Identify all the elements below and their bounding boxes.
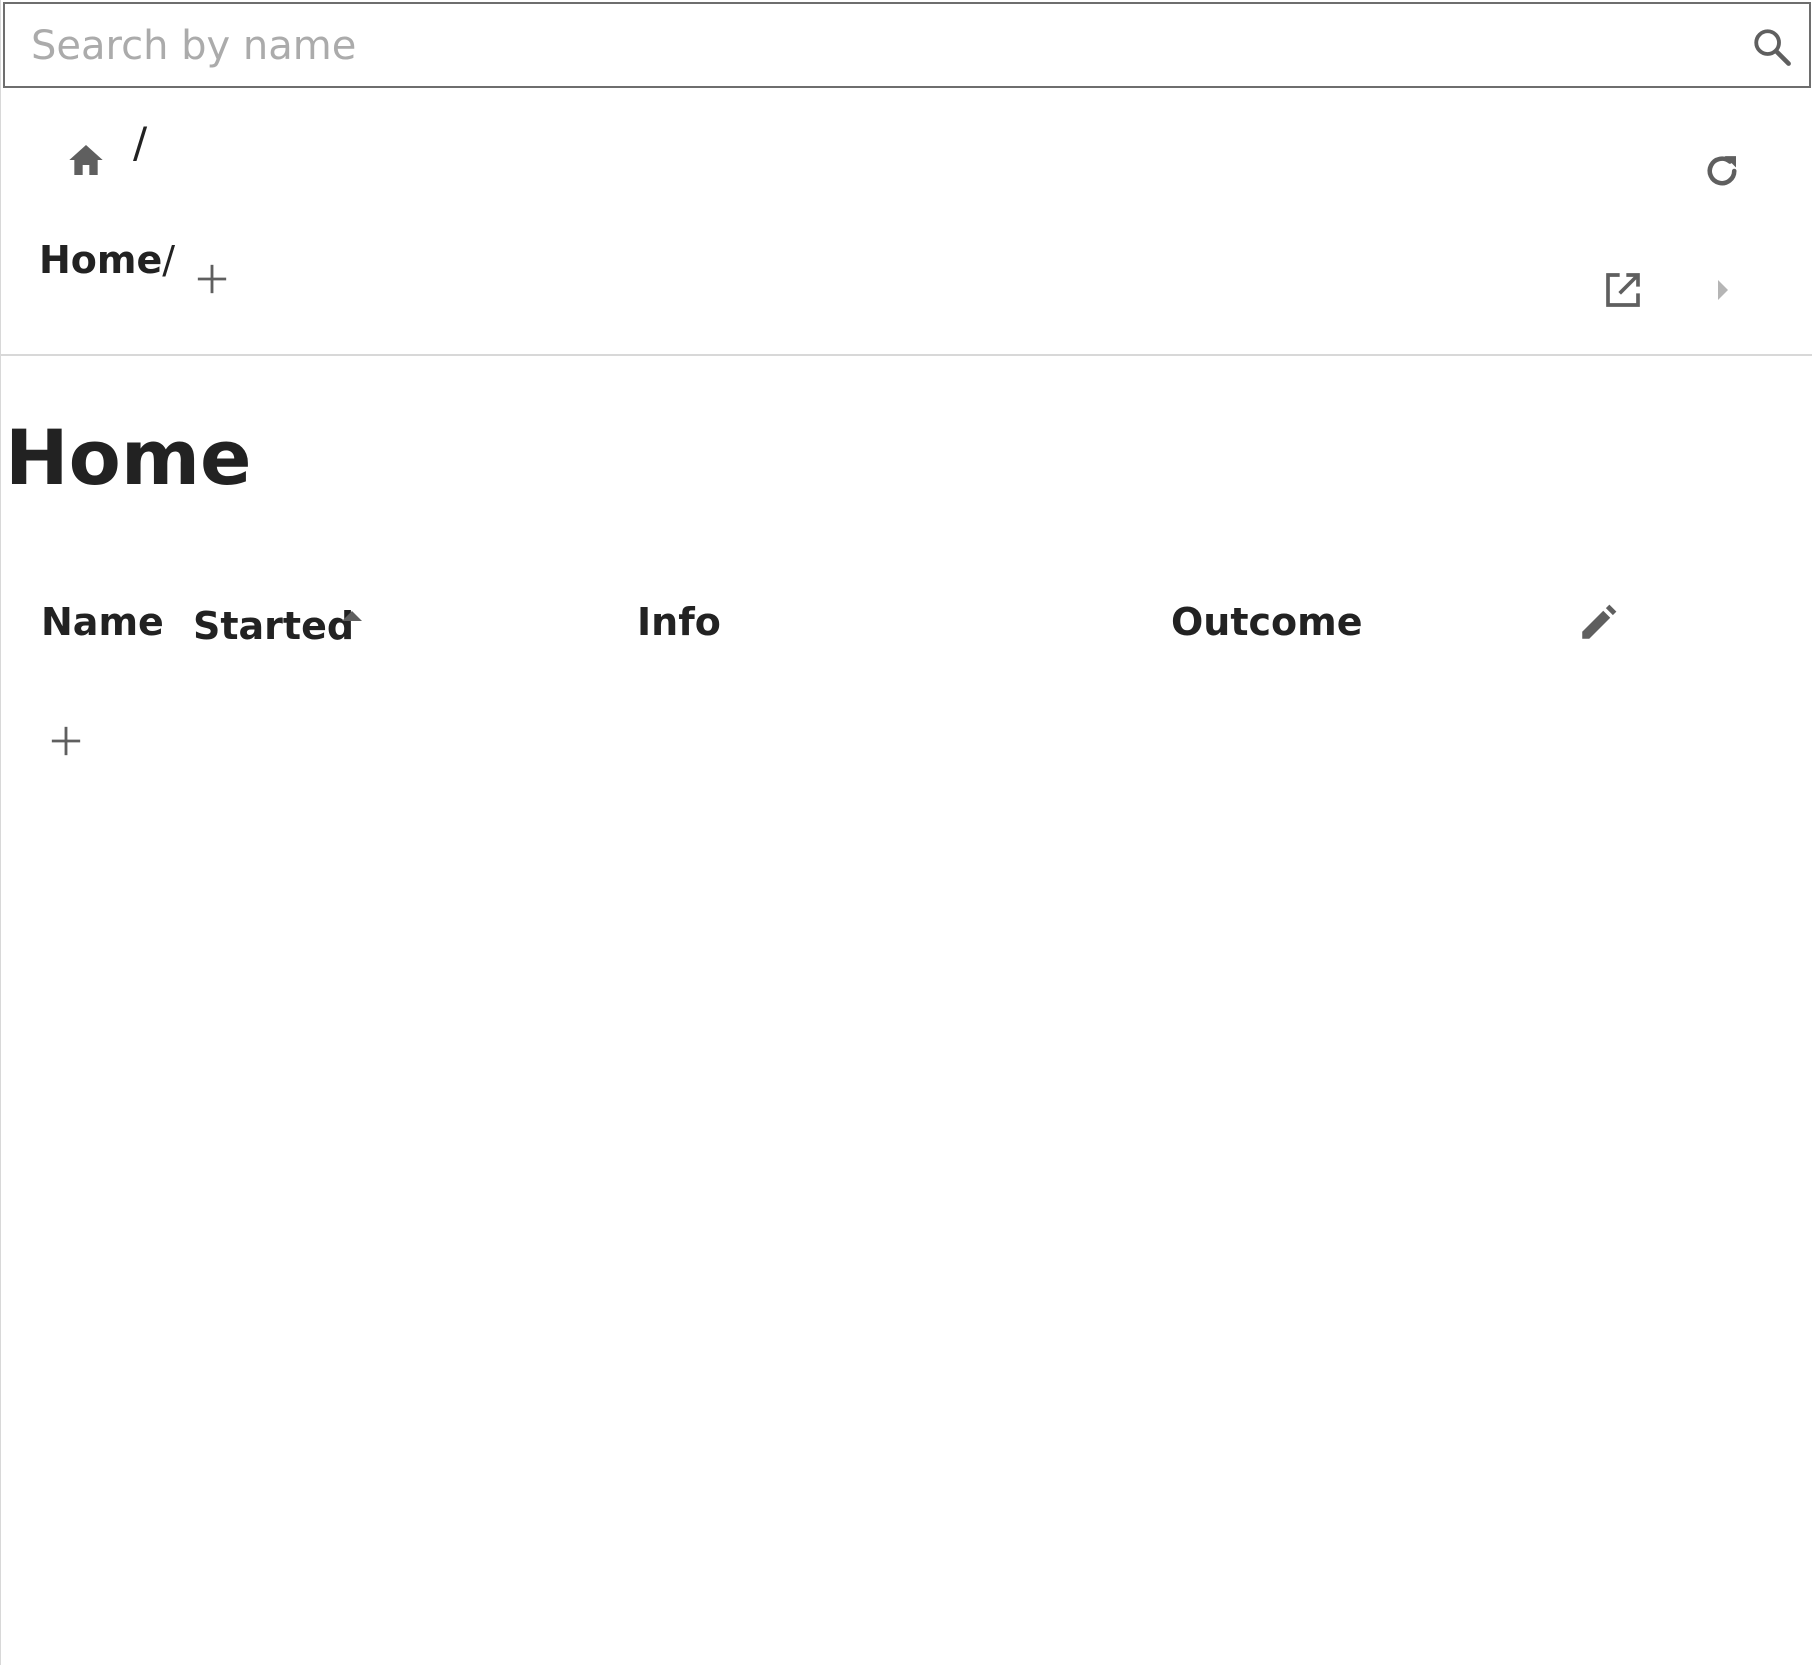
home-button[interactable] bbox=[65, 140, 107, 180]
search-bar bbox=[3, 2, 1811, 88]
search-input[interactable] bbox=[31, 16, 1711, 76]
chevron-right-icon bbox=[1718, 280, 1728, 300]
page-title: Home bbox=[5, 413, 252, 502]
edit-columns-button[interactable] bbox=[1577, 602, 1619, 644]
refresh-button[interactable] bbox=[1701, 150, 1743, 192]
breadcrumb: Home/ bbox=[39, 238, 175, 282]
home-icon bbox=[69, 145, 103, 175]
breadcrumb-home-link[interactable]: Home bbox=[39, 238, 162, 282]
open-in-new-button[interactable] bbox=[1603, 270, 1643, 310]
refresh-icon bbox=[1707, 156, 1737, 186]
column-header-started[interactable]: Started bbox=[193, 604, 354, 648]
plus-icon bbox=[197, 264, 227, 294]
header-divider bbox=[1, 354, 1812, 356]
sort-ascending-icon bbox=[342, 611, 362, 621]
add-row-button[interactable] bbox=[49, 724, 83, 758]
search-icon bbox=[1754, 29, 1791, 66]
pencil-icon bbox=[1582, 604, 1617, 639]
page: / Home/ Home Name Started Info bbox=[0, 0, 1812, 1665]
breadcrumb-separator: / bbox=[162, 238, 176, 282]
path-separator: / bbox=[133, 118, 148, 167]
expand-button[interactable] bbox=[1711, 276, 1735, 304]
add-breadcrumb-button[interactable] bbox=[195, 262, 229, 296]
plus-icon bbox=[51, 726, 81, 756]
column-header-name[interactable]: Name bbox=[41, 600, 164, 644]
column-header-outcome[interactable]: Outcome bbox=[1171, 600, 1363, 644]
search-button[interactable] bbox=[1749, 24, 1795, 70]
open-in-new-icon bbox=[1606, 273, 1640, 307]
column-header-info[interactable]: Info bbox=[637, 600, 721, 644]
